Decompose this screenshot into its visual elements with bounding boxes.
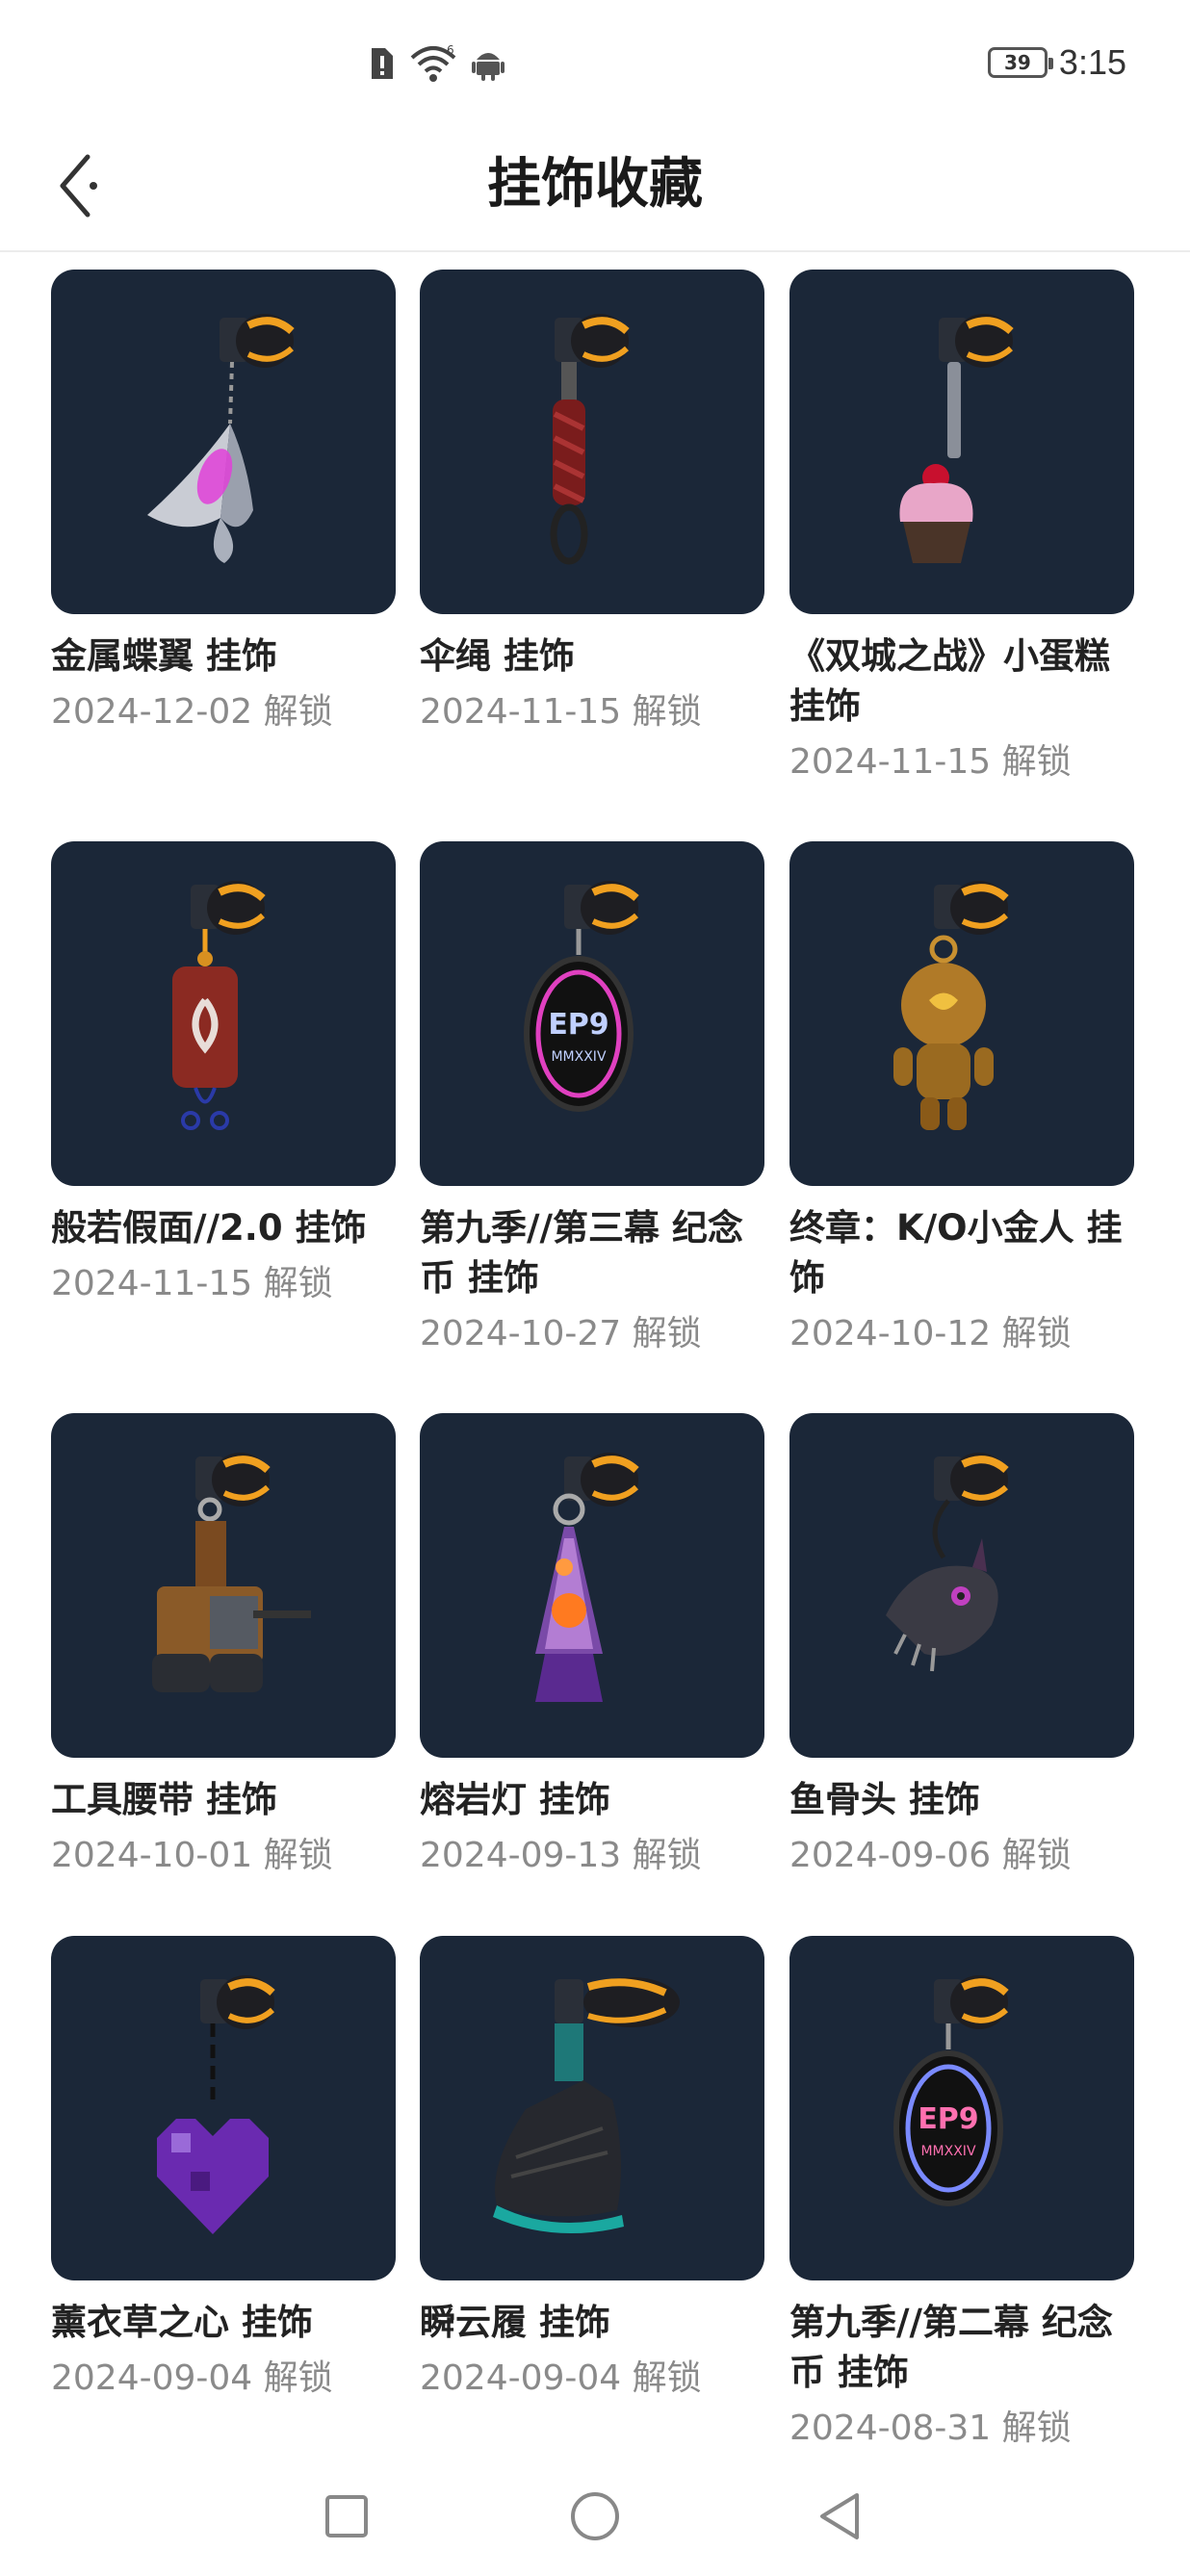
ep9-coin-charm-icon: EP9 MMXXIV [524, 881, 639, 1112]
coin-main-text: EP9 [548, 1008, 608, 1042]
coin-sub-text: MMXXIV [920, 2144, 975, 2159]
charm-card[interactable]: EP9 MMXXIV 第九季//第三幕 纪念币 挂饰 2024-10-27 解锁 [420, 841, 764, 1359]
charm-card[interactable]: 《双城之战》小蛋糕挂饰 2024-11-15 解锁 [789, 270, 1134, 787]
ep9-coin-charm-icon: EP9 MMXXIV [893, 1975, 1009, 2206]
charm-unlock-date: 2024-10-01 解锁 [51, 1836, 333, 1875]
charm-card[interactable]: EP9 MMXXIV 第九季//第二幕 纪念币 挂饰 2024-08-31 解锁 [789, 1936, 1134, 2454]
charm-card[interactable]: 伞绳 挂饰 2024-11-15 解锁 [420, 270, 764, 737]
charm-thumbnail [420, 1936, 764, 2280]
charm-thumbnail [51, 270, 396, 614]
charm-name: 第九季//第三幕 纪念币 挂饰 [420, 1207, 743, 1299]
header: 挂饰收藏 [0, 135, 1190, 252]
butterfly-charm-icon [147, 314, 295, 563]
home-icon [571, 2492, 619, 2540]
battery-level: 39 [1004, 51, 1031, 74]
charm-unlock-date: 2024-09-13 解锁 [420, 1836, 702, 1875]
charm-unlock-date: 2024-09-04 解锁 [420, 2358, 702, 2398]
charm-unlock-date: 2024-12-02 解锁 [51, 692, 333, 732]
lava-lamp-charm-icon [535, 1453, 639, 1702]
charm-card[interactable]: 般若假面//2.0 挂饰 2024-11-15 解锁 [51, 841, 396, 1309]
page-title: 挂饰收藏 [487, 153, 703, 216]
charm-thumbnail: EP9 MMXXIV [789, 1936, 1134, 2280]
recent-apps-button[interactable] [308, 2478, 385, 2555]
charm-card[interactable]: 终章：K/O小金人 挂饰 2024-10-12 解锁 [789, 841, 1134, 1359]
wifi-icon: 6 [410, 44, 456, 82]
fish-bone-charm-icon [886, 1453, 1009, 1672]
battery-indicator: 39 [987, 47, 1053, 78]
status-icons: 6 [368, 44, 504, 83]
charm-thumbnail [789, 841, 1134, 1186]
charm-thumbnail: EP9 MMXXIV [420, 841, 764, 1186]
system-nav-bar [0, 2460, 1190, 2576]
charm-name: 熔岩灯 挂饰 [420, 1779, 610, 1820]
status-bar: 6 39 3:15 [0, 0, 1190, 135]
charm-name: 薰衣草之心 挂饰 [51, 2302, 313, 2343]
lavender-heart-charm-icon [157, 1975, 275, 2234]
charm-unlock-date: 2024-10-27 解锁 [420, 1314, 702, 1353]
charm-name: 鱼骨头 挂饰 [789, 1779, 980, 1820]
charm-name: 工具腰带 挂饰 [51, 1779, 277, 1820]
charm-thumbnail [51, 1413, 396, 1758]
charm-name: 伞绳 挂饰 [420, 635, 575, 677]
charm-card[interactable]: 工具腰带 挂饰 2024-10-01 解锁 [51, 1413, 396, 1881]
charm-name: 般若假面//2.0 挂饰 [51, 1207, 367, 1249]
android-icon [472, 53, 504, 81]
charm-card[interactable]: 金属蝶翼 挂饰 2024-12-02 解锁 [51, 270, 396, 737]
charm-name: 《双城之战》小蛋糕挂饰 [789, 635, 1110, 727]
gold-robot-charm-icon [893, 881, 1009, 1130]
clock: 3:15 [1058, 42, 1126, 82]
paracord-charm-icon [550, 314, 630, 565]
status-right: 39 3:15 [987, 42, 1126, 83]
charm-thumbnail [51, 1936, 396, 2280]
charm-unlock-date: 2024-11-15 解锁 [420, 692, 702, 732]
charm-name: 瞬云履 挂饰 [420, 2302, 610, 2343]
charm-card[interactable]: 熔岩灯 挂饰 2024-09-13 解锁 [420, 1413, 764, 1881]
charm-unlock-date: 2024-11-15 解锁 [789, 742, 1072, 782]
nav-back-button[interactable] [801, 2478, 878, 2555]
charm-name: 第九季//第二幕 纪念币 挂饰 [789, 2302, 1113, 2393]
charm-thumbnail [789, 1413, 1134, 1758]
charm-name: 金属蝶翼 挂饰 [51, 635, 277, 677]
charm-card[interactable]: 薰衣草之心 挂饰 2024-09-04 解锁 [51, 1936, 396, 2404]
charm-thumbnail [420, 270, 764, 614]
coin-sub-text: MMXXIV [551, 1049, 606, 1065]
charm-card[interactable]: 瞬云履 挂饰 2024-09-04 解锁 [420, 1936, 764, 2404]
shoe-charm-icon [493, 1977, 680, 2234]
svg-text:6: 6 [447, 44, 454, 57]
tool-belt-charm-icon [152, 1453, 311, 1692]
charm-unlock-date: 2024-10-12 解锁 [789, 1314, 1072, 1353]
charm-thumbnail [420, 1413, 764, 1758]
coin-main-text: EP9 [918, 2102, 978, 2136]
charm-unlock-date: 2024-09-06 解锁 [789, 1836, 1072, 1875]
charm-name: 终章：K/O小金人 挂饰 [789, 1207, 1123, 1299]
charm-unlock-date: 2024-09-04 解锁 [51, 2358, 333, 2398]
cupcake-charm-icon [899, 314, 1014, 563]
charm-unlock-date: 2024-11-15 解锁 [51, 1264, 333, 1303]
lantern-charm-icon [172, 881, 266, 1130]
home-button[interactable] [556, 2478, 634, 2555]
charm-thumbnail [789, 270, 1134, 614]
back-triangle-icon [820, 2493, 859, 2539]
alert-sim-icon [372, 48, 393, 79]
charm-card[interactable]: 鱼骨头 挂饰 2024-09-06 解锁 [789, 1413, 1134, 1881]
charm-thumbnail [51, 841, 396, 1186]
charm-unlock-date: 2024-08-31 解锁 [789, 2409, 1072, 2448]
recent-apps-icon [325, 2495, 368, 2537]
